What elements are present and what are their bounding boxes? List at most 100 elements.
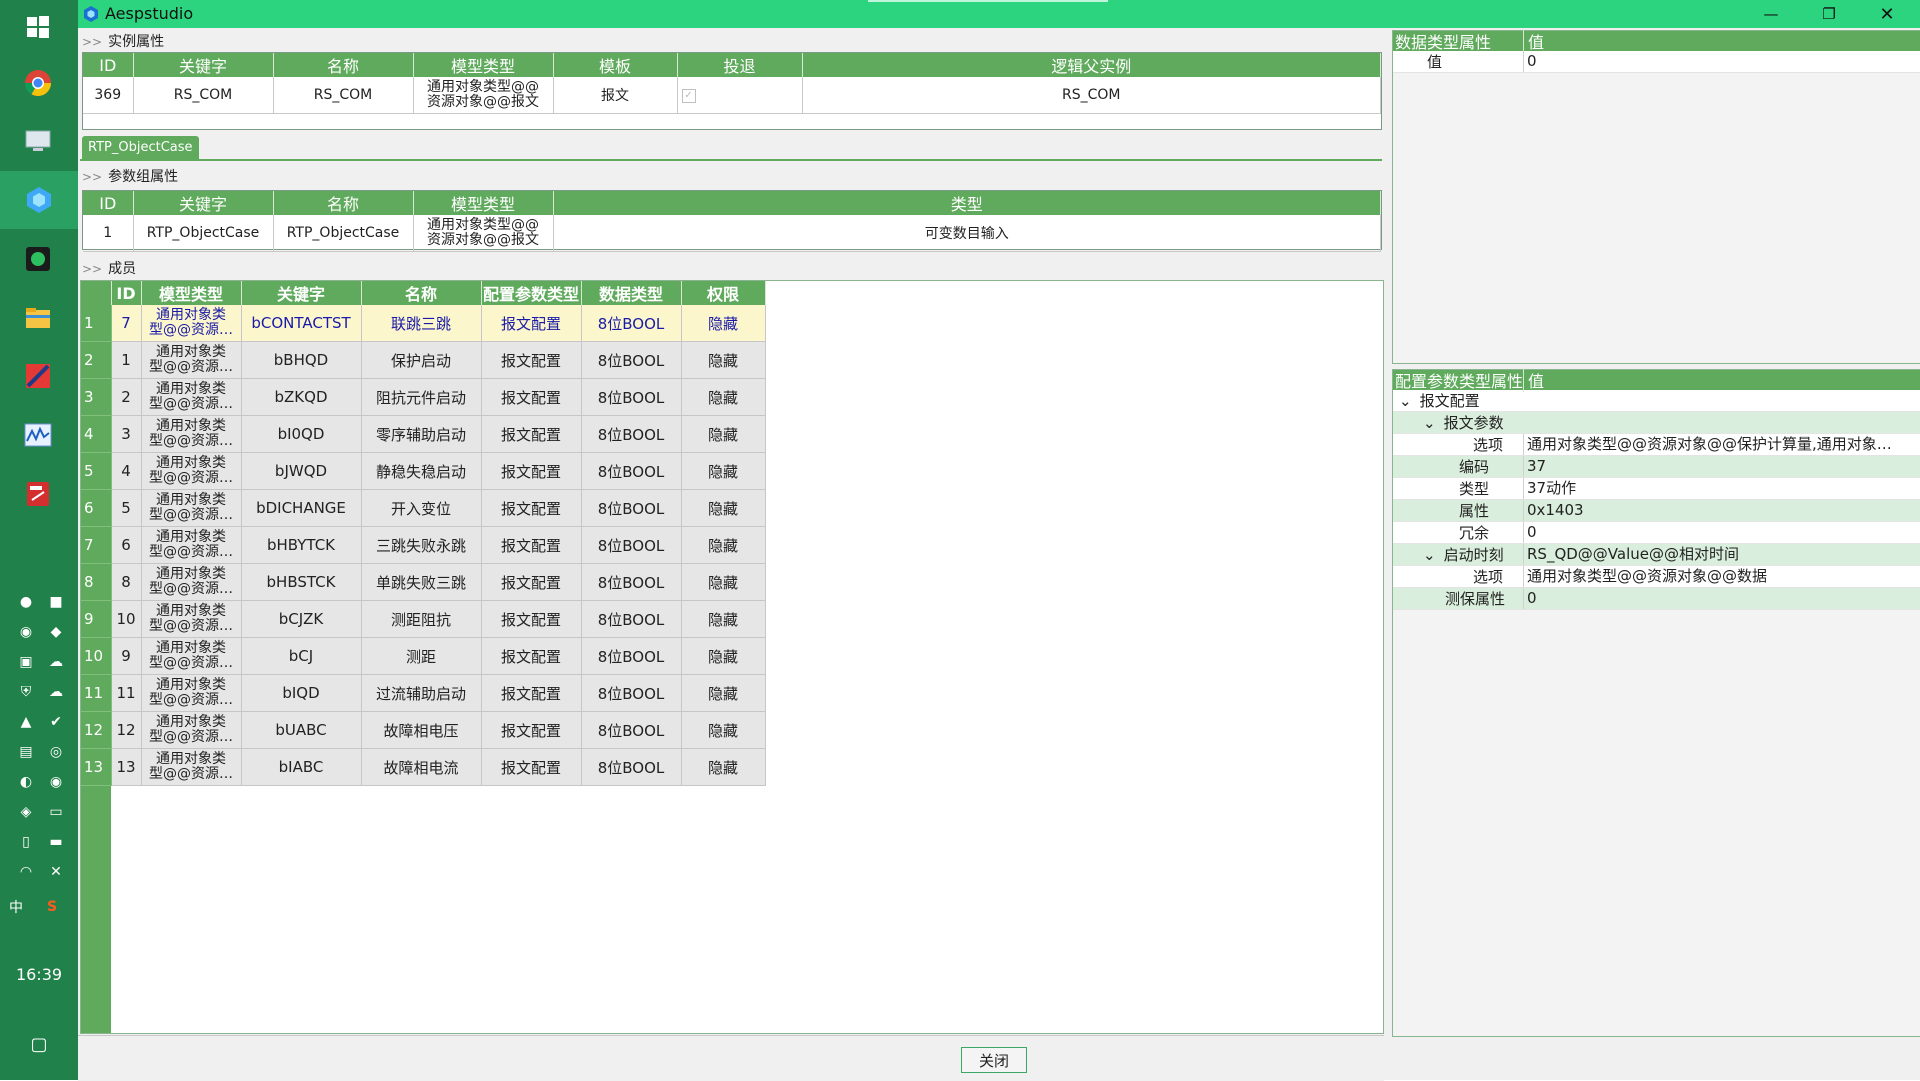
tray-translate-icon[interactable]: ▤ — [14, 740, 38, 764]
chrome-icon[interactable] — [15, 60, 61, 106]
col-name[interactable]: 名称 — [273, 53, 414, 77]
col-name[interactable]: 名称 — [273, 191, 414, 215]
close-window-icon[interactable]: ✕ — [1858, 0, 1916, 28]
prop-row-type[interactable]: 类型 37动作 — [1393, 478, 1920, 500]
chevron-down-icon[interactable]: ⌄ — [1423, 546, 1436, 564]
tray-display-icon[interactable]: ▭ — [44, 800, 68, 824]
col-model-type[interactable]: 模型类型 — [413, 191, 554, 215]
instance-row[interactable]: 369 RS_COM RS_COM 通用对象类型@@ 资源对象@@报文 报文 ✓ … — [83, 77, 1381, 114]
tray-shield-icon[interactable]: ⛨ — [14, 680, 38, 704]
col-toggle[interactable]: 投退 — [677, 53, 803, 77]
col-parent[interactable]: 逻辑父实例 — [802, 53, 1381, 77]
table-row[interactable]: 12 12 通用对象类 型@@资源… bUABC 故障相电压 报文配置 8位BOOL 隐藏 — [81, 711, 766, 749]
table-row[interactable]: 3 2 通用对象类 型@@资源… bZKQD 阻抗元件启动 报文配置 8位BOOL 隐藏 — [81, 378, 766, 416]
table-row[interactable]: 13 13 通用对象类 型@@资源… bIABC 故障相电流 报文配置 8位BOOL 隐藏 — [81, 748, 766, 786]
member-config-type: 报文配置 — [481, 674, 582, 712]
tree-node-root[interactable]: ⌄ 报文配置 — [1393, 390, 1920, 412]
table-row[interactable]: 4 3 通用对象类 型@@资源… bI0QD 零序辅助启动 报文配置 8位BOOL 隐藏 — [81, 415, 766, 453]
member-data-type: 8位BOOL — [581, 415, 682, 453]
table-row[interactable]: 8 8 通用对象类 型@@资源… bHBSTCK 单跳失败三跳 报文配置 8位BOOL 隐藏 — [81, 563, 766, 601]
tab-rtp-objectcase[interactable]: RTP_ObjectCase — [82, 136, 199, 160]
pdf-editor-icon[interactable] — [15, 471, 61, 517]
col-kind[interactable]: 类型 — [553, 191, 1381, 215]
restore-icon[interactable]: ❐ — [1800, 0, 1858, 28]
minimize-icon[interactable]: — — [1742, 0, 1800, 28]
windows-start-icon[interactable] — [15, 4, 61, 50]
sogou-input-icon[interactable]: S — [40, 895, 64, 919]
tray-sync-icon[interactable]: ◉ — [14, 620, 38, 644]
tray-robot-icon[interactable]: ■ — [44, 590, 68, 614]
col-id[interactable]: ID — [83, 53, 134, 77]
prop-row-options[interactable]: 选项 通用对象类型@@资源对象@@保护计算量,通用对象… — [1393, 434, 1920, 456]
param-group-row[interactable]: 1 RTP_ObjectCase RTP_ObjectCase 通用对象类型@@… — [83, 215, 1381, 252]
tray-onedrive-icon[interactable]: ☁ — [44, 680, 68, 704]
taskbar-clock[interactable]: 16:39 — [0, 965, 78, 984]
drawing-app-icon[interactable] — [15, 353, 61, 399]
tray-check-icon[interactable]: ✔ — [44, 710, 68, 734]
table-row[interactable]: 10 9 通用对象类 型@@资源… bCJ 测距 报文配置 8位BOOL 隐藏 — [81, 637, 766, 675]
config-props-panel: 配置参数类型属性 值 ⌄ 报文配置 ⌄ 报文参数 选项 通用对象类型@@资源对象@@… — [1392, 368, 1920, 1037]
col-model-type[interactable]: 模型类型 — [413, 53, 554, 77]
instance-section-label[interactable]: >> 实例属性 — [82, 31, 164, 51]
member-name: 联跳三跳 — [361, 305, 482, 342]
speaker-muted-icon[interactable]: ✕ — [44, 860, 68, 884]
table-row[interactable]: 6 5 通用对象类 型@@资源… bDICHANGE 开入变位 报文配置 8位BOOL 隐藏 — [81, 489, 766, 527]
col-id[interactable]: ID — [111, 281, 142, 305]
tray-security-icon[interactable]: ◆ — [44, 620, 68, 644]
col-key[interactable]: 关键字 — [241, 281, 362, 305]
col-id[interactable]: ID — [83, 191, 134, 215]
members-section-label[interactable]: >> 成员 — [82, 258, 136, 278]
col-permission[interactable]: 权限 — [681, 281, 766, 305]
tray-browser-icon[interactable]: ◐ — [14, 770, 38, 794]
chevron-down-icon[interactable]: ⌄ — [1423, 414, 1436, 432]
tray-wechat-icon[interactable]: ◎ — [44, 740, 68, 764]
prop-row-protection-attr[interactable]: 测保属性 0 — [1393, 588, 1920, 610]
col-data-type[interactable]: 数据类型 — [581, 281, 682, 305]
param-group-section-label[interactable]: >> 参数组属性 — [82, 166, 178, 186]
member-permission: 隐藏 — [681, 637, 766, 675]
col-template[interactable]: 模板 — [553, 53, 678, 77]
battery-icon[interactable]: ▬ — [44, 830, 68, 854]
tree-node-start-time[interactable]: ⌄ 启动时刻 RS_QD@@Value@@相对时间 — [1393, 544, 1920, 566]
instance-model-type: 通用对象类型@@ 资源对象@@报文 — [413, 77, 554, 114]
param-key: RTP_ObjectCase — [133, 215, 274, 252]
aespstudio-taskbar-icon[interactable] — [0, 171, 78, 229]
table-row[interactable]: 2 1 通用对象类 型@@资源… bBHQD 保护启动 报文配置 8位BOOL 隐藏 — [81, 341, 766, 379]
prop-row-code[interactable]: 编码 37 — [1393, 456, 1920, 478]
col-model-type[interactable]: 模型类型 — [141, 281, 242, 305]
member-model-type: 通用对象类 型@@资源… — [141, 415, 242, 453]
ime-icon[interactable]: 中 — [4, 895, 28, 919]
notification-icon[interactable]: ▢ — [27, 1032, 51, 1056]
col-key[interactable]: 关键字 — [133, 53, 274, 77]
chevron-down-icon[interactable]: ⌄ — [1399, 392, 1412, 410]
tray-evernote-icon[interactable]: ● — [14, 590, 38, 614]
computer-icon[interactable] — [15, 118, 61, 164]
table-row[interactable]: 11 11 通用对象类 型@@资源… bIQD 过流辅助启动 报文配置 8位BOOL 隐藏 — [81, 674, 766, 712]
prop-row-value[interactable]: 值 0 — [1393, 51, 1920, 73]
waveform-app-icon[interactable] — [15, 413, 61, 459]
tree-node-group1[interactable]: ⌄ 报文参数 — [1393, 412, 1920, 434]
prop-row-options-2[interactable]: 选项 通用对象类型@@资源对象@@数据 — [1393, 566, 1920, 588]
close-button[interactable]: 关闭 — [961, 1047, 1027, 1073]
table-row[interactable]: 1 7 通用对象类 型@@资源… bCONTACTST 联跳三跳 报文配置 8位BOOL 隐藏 — [81, 305, 766, 342]
prop-row-redundancy[interactable]: 冗余 0 — [1393, 522, 1920, 544]
usb-icon[interactable]: ▯ — [14, 830, 38, 854]
member-permission: 隐藏 — [681, 674, 766, 712]
col-name[interactable]: 名称 — [361, 281, 482, 305]
tray-chat-icon[interactable]: ▣ — [14, 650, 38, 674]
table-row[interactable]: 7 6 通用对象类 型@@资源… bHBYTCK 三跳失败永跳 报文配置 8位BOOL 隐藏 — [81, 526, 766, 564]
members-grid[interactable]: ID 模型类型 关键字 名称 配置参数类型 数据类型 权限 1 7 通用对象类 型@@… — [80, 280, 1384, 1034]
toggle-checkbox[interactable]: ✓ — [681, 89, 696, 104]
col-key[interactable]: 关键字 — [133, 191, 274, 215]
file-explorer-icon[interactable] — [15, 295, 61, 341]
evernote-icon[interactable] — [15, 236, 61, 282]
tray-map-icon[interactable]: ◈ — [14, 800, 38, 824]
prop-row-attribute[interactable]: 属性 0x1403 — [1393, 500, 1920, 522]
col-config-type[interactable]: 配置参数类型 — [481, 281, 582, 305]
table-row[interactable]: 5 4 通用对象类 型@@资源… bJWQD 静稳失稳启动 报文配置 8位BOOL 隐藏 — [81, 452, 766, 490]
tray-camera-icon[interactable]: ◉ — [44, 770, 68, 794]
tray-cloud-icon[interactable]: ☁ — [44, 650, 68, 674]
table-row[interactable]: 9 10 通用对象类 型@@资源… bCJZK 测距阻抗 报文配置 8位BOOL 隐藏 — [81, 600, 766, 638]
tray-game-icon[interactable]: ▲ — [14, 710, 38, 734]
wifi-icon[interactable]: ◠ — [14, 860, 38, 884]
